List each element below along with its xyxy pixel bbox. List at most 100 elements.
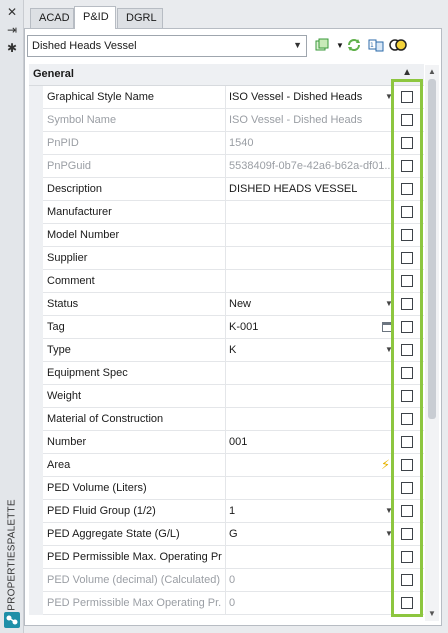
refresh-icon[interactable] <box>345 37 363 55</box>
property-value[interactable]: 1 <box>229 505 391 517</box>
toggle-pickadd-icon[interactable]: 1 <box>367 37 385 55</box>
property-name: Weight <box>47 390 82 402</box>
property-value[interactable]: K <box>229 344 391 356</box>
row-checkbox[interactable] <box>401 206 413 218</box>
row-checkbox[interactable] <box>401 413 413 425</box>
property-row[interactable]: PED Aggregate State (G/L) G ▼ <box>29 523 424 546</box>
property-row[interactable]: PED Volume (decimal) (Calculated) 0 <box>29 569 424 592</box>
chevron-down-icon: ▼ <box>293 40 302 50</box>
property-row[interactable]: PnPGuid 5538409f-0b7e-42a6-b62a-df01... <box>29 155 424 178</box>
row-checkbox[interactable] <box>401 597 413 609</box>
property-row[interactable]: PED Permissible Max. Operating Pr... <box>29 546 424 569</box>
row-gutter <box>29 339 43 362</box>
row-checkbox[interactable] <box>401 91 413 103</box>
property-name: Type <box>47 344 71 356</box>
scrollbar-thumb[interactable] <box>428 79 436 419</box>
property-row[interactable]: Equipment Spec <box>29 362 424 385</box>
scroll-up-icon[interactable]: ▲ <box>427 67 437 77</box>
lightning-icon[interactable]: ⚡ <box>381 457 390 473</box>
property-value: 5538409f-0b7e-42a6-b62a-df01... <box>229 160 391 172</box>
property-row[interactable]: PED Volume (Liters) <box>29 477 424 500</box>
chevron-down-icon[interactable]: ▼ <box>385 299 393 308</box>
row-checkbox[interactable] <box>401 574 413 586</box>
row-gutter <box>29 431 43 454</box>
column-divider <box>225 546 226 569</box>
column-divider <box>225 224 226 247</box>
autohide-icon[interactable]: ⇥ <box>4 22 20 38</box>
palette-app-icon[interactable] <box>4 612 20 628</box>
row-checkbox[interactable] <box>401 298 413 310</box>
row-checkbox[interactable] <box>401 367 413 379</box>
row-checkbox[interactable] <box>401 436 413 448</box>
row-checkbox[interactable] <box>401 505 413 517</box>
row-gutter <box>29 132 43 155</box>
property-row[interactable]: Comment <box>29 270 424 293</box>
chevron-down-icon[interactable]: ▼ <box>385 345 393 354</box>
property-row[interactable]: Manufacturer <box>29 201 424 224</box>
property-name: Number <box>47 436 87 448</box>
property-row[interactable]: Supplier <box>29 247 424 270</box>
row-checkbox[interactable] <box>401 390 413 402</box>
scrollbar[interactable]: ▲ ▼ <box>425 65 439 621</box>
collapse-icon[interactable]: ▲ <box>402 67 412 78</box>
row-gutter <box>29 592 43 615</box>
column-divider <box>225 385 226 408</box>
row-checkbox[interactable] <box>401 137 413 149</box>
property-value[interactable]: K-001 <box>229 321 391 333</box>
property-value[interactable]: DISHED HEADS VESSEL <box>229 183 391 195</box>
row-checkbox[interactable] <box>401 252 413 264</box>
row-checkbox[interactable] <box>401 551 413 563</box>
property-row[interactable]: PED Fluid Group (1/2) 1 ▼ <box>29 500 424 523</box>
row-checkbox[interactable] <box>401 229 413 241</box>
property-row[interactable]: Description DISHED HEADS VESSEL <box>29 178 424 201</box>
column-divider <box>225 293 226 316</box>
property-row[interactable]: PED Permissible Max Operating Pr... 0 <box>29 592 424 615</box>
row-checkbox[interactable] <box>401 183 413 195</box>
column-divider <box>225 408 226 431</box>
tag-picker-icon[interactable] <box>382 322 393 332</box>
select-objects-icon[interactable] <box>313 37 331 55</box>
property-row[interactable]: Symbol Name ISO Vessel - Dished Heads <box>29 109 424 132</box>
scroll-down-icon[interactable]: ▼ <box>427 609 437 619</box>
chevron-down-icon[interactable]: ▼ <box>385 529 393 538</box>
row-checkbox[interactable] <box>401 275 413 287</box>
property-row[interactable]: Status New ▼ <box>29 293 424 316</box>
property-row[interactable]: PnPID 1540 <box>29 132 424 155</box>
row-checkbox[interactable] <box>401 321 413 333</box>
chevron-down-icon[interactable]: ▼ <box>385 92 393 101</box>
property-row[interactable]: Number 001 <box>29 431 424 454</box>
property-value[interactable]: ISO Vessel - Dished Heads <box>229 91 391 103</box>
settings-icon[interactable]: ✱ <box>4 40 20 56</box>
property-row[interactable]: Model Number <box>29 224 424 247</box>
property-value[interactable]: 001 <box>229 436 391 448</box>
row-checkbox[interactable] <box>401 344 413 356</box>
group-header-general[interactable]: General ▲ <box>29 64 424 86</box>
selection-combobox[interactable]: Dished Heads Vessel ▼ <box>27 35 307 57</box>
close-icon[interactable]: ✕ <box>4 4 20 20</box>
tab-acad[interactable]: ACAD <box>30 8 74 28</box>
tab-dgrl[interactable]: DGRL <box>117 8 163 28</box>
quick-select-icon[interactable] <box>389 37 407 55</box>
property-row[interactable]: Area ⚡ <box>29 454 424 477</box>
property-value: 0 <box>229 597 236 609</box>
property-row[interactable]: Graphical Style Name ISO Vessel - Dished … <box>29 86 424 109</box>
property-row[interactable]: Type K ▼ <box>29 339 424 362</box>
row-gutter <box>29 316 43 339</box>
row-checkbox[interactable] <box>401 114 413 126</box>
property-value[interactable]: G <box>229 528 391 540</box>
row-checkbox[interactable] <box>401 160 413 172</box>
row-checkbox[interactable] <box>401 528 413 540</box>
property-row[interactable]: Material of Construction <box>29 408 424 431</box>
property-name: Area <box>47 459 71 471</box>
tab-pid[interactable]: P&ID <box>74 6 116 29</box>
row-checkbox[interactable] <box>401 459 413 471</box>
property-row[interactable]: Tag K-001 <box>29 316 424 339</box>
chevron-down-icon[interactable]: ▼ <box>385 506 393 515</box>
svg-text:1: 1 <box>370 42 374 49</box>
row-gutter <box>29 293 43 316</box>
property-name: Equipment Spec <box>47 367 128 379</box>
property-row[interactable]: Weight <box>29 385 424 408</box>
property-name: PED Fluid Group (1/2) <box>47 505 156 517</box>
property-value[interactable]: New <box>229 298 391 310</box>
row-checkbox[interactable] <box>401 482 413 494</box>
